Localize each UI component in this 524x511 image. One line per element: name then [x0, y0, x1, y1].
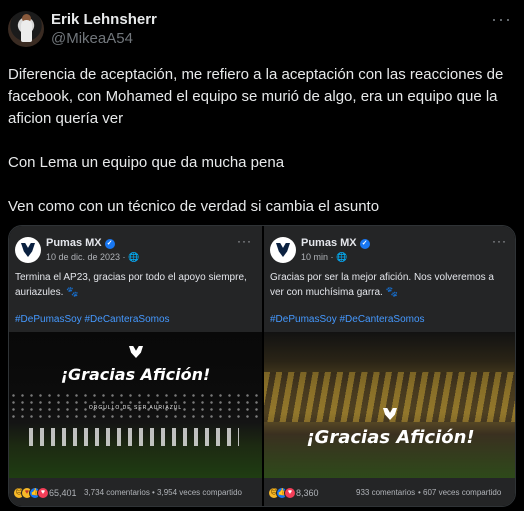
- post-date: 10 de dic. de 2023 · 🌐: [46, 252, 140, 262]
- tweet-paragraph: Diferencia de aceptación, me refiero a l…: [8, 66, 504, 127]
- share-count: • 3,954 veces compartido: [152, 488, 242, 497]
- post-hashtags: #DePumasSoy #DeCanteraSomos: [15, 314, 170, 325]
- post-stats: ☹ ♥ 👍 ♥ 65,401 3,734 comentarios • 3,954…: [9, 478, 262, 506]
- avatar[interactable]: [8, 11, 44, 47]
- verified-icon: ✓: [104, 239, 115, 249]
- post-menu-icon: ···: [492, 234, 507, 248]
- comment-count: 3,734 comentarios: [84, 488, 150, 497]
- facebook-post-left: Pumas MX ✓ 10 de dic. de 2023 · 🌐 ··· Ter…: [9, 226, 262, 506]
- author-handle[interactable]: @MikeaA54: [51, 30, 133, 47]
- globe-icon: 🌐: [336, 252, 348, 262]
- globe-icon: 🌐: [128, 252, 140, 262]
- reaction-count: 8,360: [296, 488, 319, 498]
- post-text: Termina el AP23, gracias por todo el apo…: [15, 272, 247, 298]
- reaction-count: 65,401: [49, 488, 77, 498]
- post-hashtags: #DePumasSoy #DeCanteraSomos: [270, 314, 425, 325]
- post-date: 10 min · 🌐: [301, 252, 348, 262]
- author-name[interactable]: Erik Lehnsherr: [51, 11, 157, 28]
- post-menu-icon: ···: [237, 234, 252, 248]
- banner-text: ¡Gracias Afición!: [306, 427, 475, 448]
- post-stats: ☹ 👍 ♥ 8,360 933 comentarios • 607 veces …: [264, 478, 515, 506]
- players-row: [29, 428, 239, 446]
- post-text: Gracias por ser la mejor afición. Nos vo…: [270, 272, 494, 298]
- post-photo: ¡Gracias Afición! ORGULLO DE SER AURIAZU…: [9, 332, 262, 478]
- verified-icon: ✓: [359, 239, 370, 249]
- share-count: • 607 veces compartido: [418, 488, 502, 497]
- pumas-logo-icon: [270, 237, 296, 263]
- tweet-paragraph: Ven como con un técnico de verdad si cam…: [8, 198, 380, 215]
- banner-subtext: ORGULLO DE SER AURIAZUL: [88, 405, 183, 411]
- post-photo: ¡Gracias Afición!: [264, 332, 515, 478]
- page-name: Pumas MX ✓: [301, 237, 370, 249]
- tweet-paragraph: Con Lema un equipo que da mucha pena: [8, 154, 285, 171]
- comment-count: 933 comentarios: [356, 488, 416, 497]
- pumas-logo-icon: [15, 237, 41, 263]
- pumas-logo-icon: [129, 346, 143, 358]
- heart-reaction-icon: ♥: [284, 487, 296, 499]
- heart-reaction-icon: ♥: [37, 487, 49, 499]
- attached-image[interactable]: Pumas MX ✓ 10 de dic. de 2023 · 🌐 ··· Ter…: [8, 225, 516, 507]
- facebook-post-right: Pumas MX ✓ 10 min · 🌐 ··· Gracias por ser…: [264, 226, 515, 506]
- ellipsis-icon[interactable]: ···: [491, 9, 512, 30]
- banner-text: ¡Gracias Afición!: [60, 365, 211, 384]
- tweet-text: Diferencia de aceptación, me refiero a l…: [8, 64, 518, 240]
- page-name: Pumas MX ✓: [46, 237, 115, 249]
